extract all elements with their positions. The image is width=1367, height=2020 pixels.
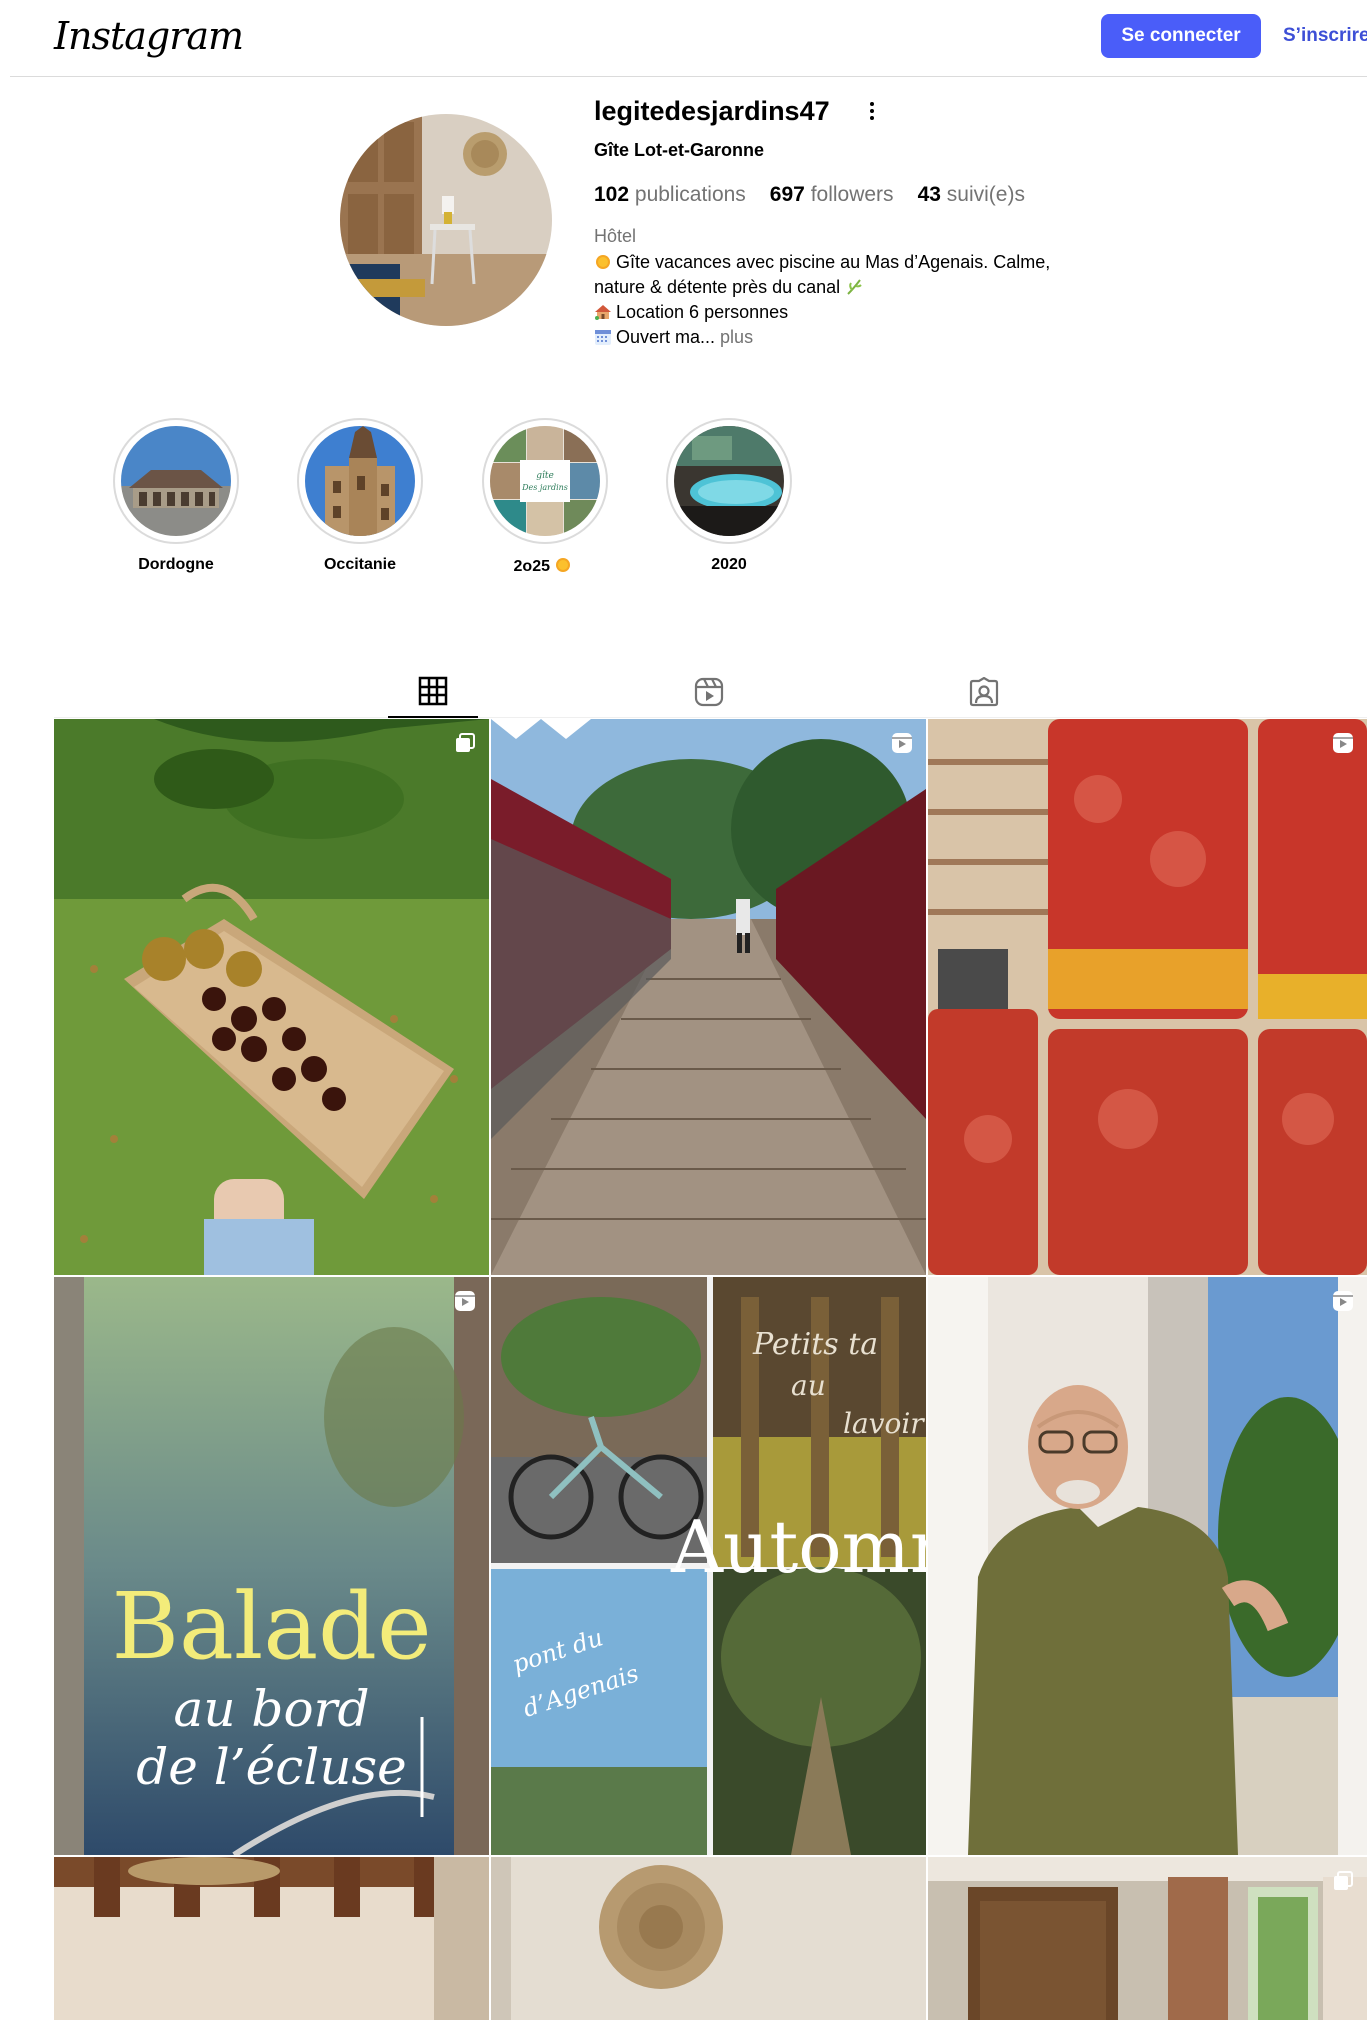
tab-reels[interactable]	[664, 666, 754, 718]
sun-icon	[556, 558, 571, 572]
collage-title: Automn	[671, 1505, 926, 1589]
posts-stat: 102 publications	[594, 183, 746, 207]
followers-count: 697	[769, 183, 805, 206]
post-automne-collage[interactable]: Automn Petits ta au lavoir pont du d’Age…	[491, 1277, 926, 1855]
reel-icon	[892, 733, 912, 753]
posts-label: publications	[634, 183, 746, 206]
following-stat[interactable]: 43 suivi(e)s	[918, 183, 1025, 207]
highlight-label: Dordogne	[138, 556, 214, 573]
highlight-thumbnail: gîte Des jardins	[490, 426, 600, 536]
balade-title: Balade	[111, 1573, 432, 1680]
profile-full-name: Gîte Lot-et-Garonne	[594, 140, 764, 160]
login-button[interactable]: Se connecter	[1101, 14, 1261, 58]
signup-link[interactable]: S’inscrire	[1283, 14, 1367, 58]
post-chestnuts[interactable]	[54, 719, 489, 1275]
tagged-icon	[969, 677, 999, 707]
grid-icon	[418, 676, 448, 706]
calendar-icon	[595, 330, 611, 345]
highlight-label: 2o25	[480, 556, 610, 576]
header-divider	[10, 76, 1367, 77]
herb-icon	[847, 279, 862, 295]
profile-avatar[interactable]	[340, 114, 552, 326]
collage-script-2: au	[791, 1369, 826, 1402]
top-bar: Instagram Se connecter S’inscrire	[0, 0, 1367, 77]
highlight-thumbnail	[305, 426, 415, 536]
reel-icon	[1333, 1291, 1353, 1311]
highlight-2025[interactable]: gîte Des jardins 2o25	[480, 418, 610, 576]
profile-username: legitedesjardins47	[594, 96, 830, 126]
posts-count: 102	[594, 183, 630, 206]
reels-icon	[694, 677, 724, 707]
following-label: suivi(e)s	[946, 183, 1025, 206]
post-balade[interactable]: Balade au bord de l’écluse	[54, 1277, 489, 1855]
reel-icon	[455, 1291, 475, 1311]
carousel-icon	[1334, 1871, 1353, 1890]
balade-subtitle-2: de l’écluse	[136, 1738, 407, 1796]
house-icon	[595, 305, 611, 320]
highlight-2020[interactable]: 2020	[664, 418, 794, 574]
followers-stat[interactable]: 697 followers	[770, 183, 894, 207]
post-host-portrait[interactable]	[928, 1277, 1367, 1855]
tab-tagged[interactable]	[939, 666, 1029, 718]
following-count: 43	[917, 183, 941, 206]
bio-line-2: nature & détente près du canal	[594, 275, 1114, 300]
post-footbridge[interactable]	[491, 719, 926, 1275]
highlight-thumbnail	[121, 426, 231, 536]
instagram-logo[interactable]: Instagram	[54, 14, 244, 58]
followers-label: followers	[810, 183, 894, 206]
highlight-occitanie[interactable]: Occitanie	[295, 418, 425, 574]
highlight-text-jardins: Des jardins	[521, 483, 568, 492]
post-tomato-jars[interactable]	[928, 719, 1367, 1275]
more-options-icon[interactable]	[864, 98, 880, 124]
post-bedroom-window[interactable]	[928, 1857, 1367, 2020]
tab-posts[interactable]	[388, 666, 478, 718]
highlight-label: Occitanie	[323, 556, 397, 573]
highlight-label: 2020	[711, 556, 747, 573]
profile-category: Hôtel	[594, 226, 637, 246]
highlight-text-gite: gîte	[536, 470, 554, 481]
balade-subtitle-1: au bord	[173, 1680, 370, 1738]
post-interior-beams[interactable]	[54, 1857, 489, 2020]
carousel-icon	[456, 733, 475, 752]
collage-script-3: lavoir	[843, 1407, 924, 1440]
highlight-dordogne[interactable]: Dordogne	[111, 418, 241, 574]
reel-icon	[1333, 733, 1353, 753]
bio-line-3: Location 6 personnes	[594, 300, 1114, 325]
collage-script-1: Petits ta	[753, 1327, 879, 1362]
profile-stats: 102 publications 697 followers 43 suivi(…	[594, 183, 1025, 207]
post-wall-basket[interactable]	[491, 1857, 926, 2020]
bio-line-4: Ouvert ma... plus	[594, 325, 1114, 350]
sun-icon	[596, 255, 610, 269]
profile-bio: Gîte vacances avec piscine au Mas d’Agen…	[594, 250, 1114, 350]
highlight-thumbnail	[674, 426, 784, 536]
bio-line-1: Gîte vacances avec piscine au Mas d’Agen…	[594, 250, 1114, 275]
bio-more-link[interactable]: plus	[720, 327, 753, 347]
